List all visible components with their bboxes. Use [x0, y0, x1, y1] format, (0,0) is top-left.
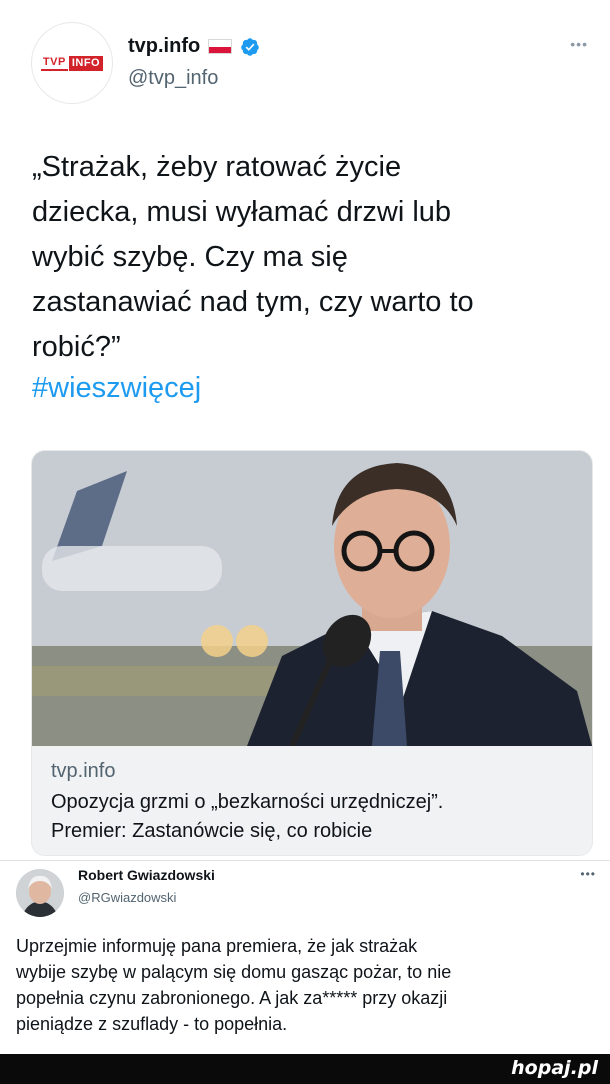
tweet-text-line: zastanawiać nad tym, czy warto to [32, 286, 474, 318]
poland-flag-icon [208, 39, 233, 54]
hashtag-link[interactable]: #wieszwięcej [32, 372, 201, 405]
main-tweet: TVP INFO tvp.info @tvp_info ••• „Strażak… [0, 0, 610, 860]
more-options-icon[interactable]: ••• [580, 867, 596, 881]
tweet-text-line: dziecka, musi wyłamać drzwi lub [32, 196, 452, 228]
reply-text-line: pieniądze z szuflady - to popełnia. [16, 1014, 288, 1034]
tvp-info-avatar[interactable]: TVP INFO [31, 22, 113, 104]
tweet-text-line: robić?” [32, 331, 121, 363]
watermark-bar: hopaj.pl [0, 1054, 610, 1084]
reply-tweet: Robert Gwiazdowski @RGwiazdowski ••• Upr… [0, 860, 610, 1054]
reply-text-line: Uprzejmie informuję pana premiera, że ja… [16, 936, 418, 956]
link-preview-photo [32, 451, 592, 748]
link-preview-title-line: Premier: Zastanówcie się, co robicie [51, 820, 373, 842]
reply-text-line: popełnia czynu zabronionego. A jak za***… [16, 988, 448, 1008]
verified-badge-icon [241, 37, 259, 56]
tvp-info-logo: TVP INFO [40, 55, 104, 71]
reply-text-line: wybije szybę w palącym się domu gasząc p… [16, 962, 452, 982]
more-options-icon[interactable]: ••• [570, 36, 588, 52]
tweet-text: „Strażak, żeby ratować życie dziecka, mu… [32, 145, 582, 370]
reply-tweet-text: Uprzejmie informuję pana premiera, że ja… [16, 933, 601, 1037]
link-preview-meta: tvp.info Opozycja grzmi o „bezkarności u… [32, 746, 592, 855]
author-handle[interactable]: @tvp_info [128, 67, 218, 90]
author-name-row: tvp.info [128, 35, 260, 58]
tweet-text-line: wybić szybę. Czy ma się [32, 241, 348, 273]
link-preview-title: Opozycja grzmi o „bezkarności urzędnicze… [51, 788, 581, 846]
reply-author-handle[interactable]: @RGwiazdowski [78, 890, 176, 905]
link-preview-domain: tvp.info [51, 760, 116, 782]
robert-gwiazdowski-avatar[interactable] [16, 869, 64, 917]
tweet-text-line: „Strażak, żeby ratować życie [32, 151, 402, 183]
avatar-photo [16, 869, 64, 917]
site-watermark: hopaj.pl [511, 1057, 598, 1079]
link-preview-card[interactable]: tvp.info Opozycja grzmi o „bezkarności u… [31, 450, 593, 856]
author-display-name[interactable]: tvp.info [128, 35, 200, 58]
link-preview-image [32, 451, 592, 748]
reply-author-display-name[interactable]: Robert Gwiazdowski [78, 867, 215, 883]
link-preview-title-line: Opozycja grzmi o „bezkarności urzędnicze… [51, 791, 444, 813]
